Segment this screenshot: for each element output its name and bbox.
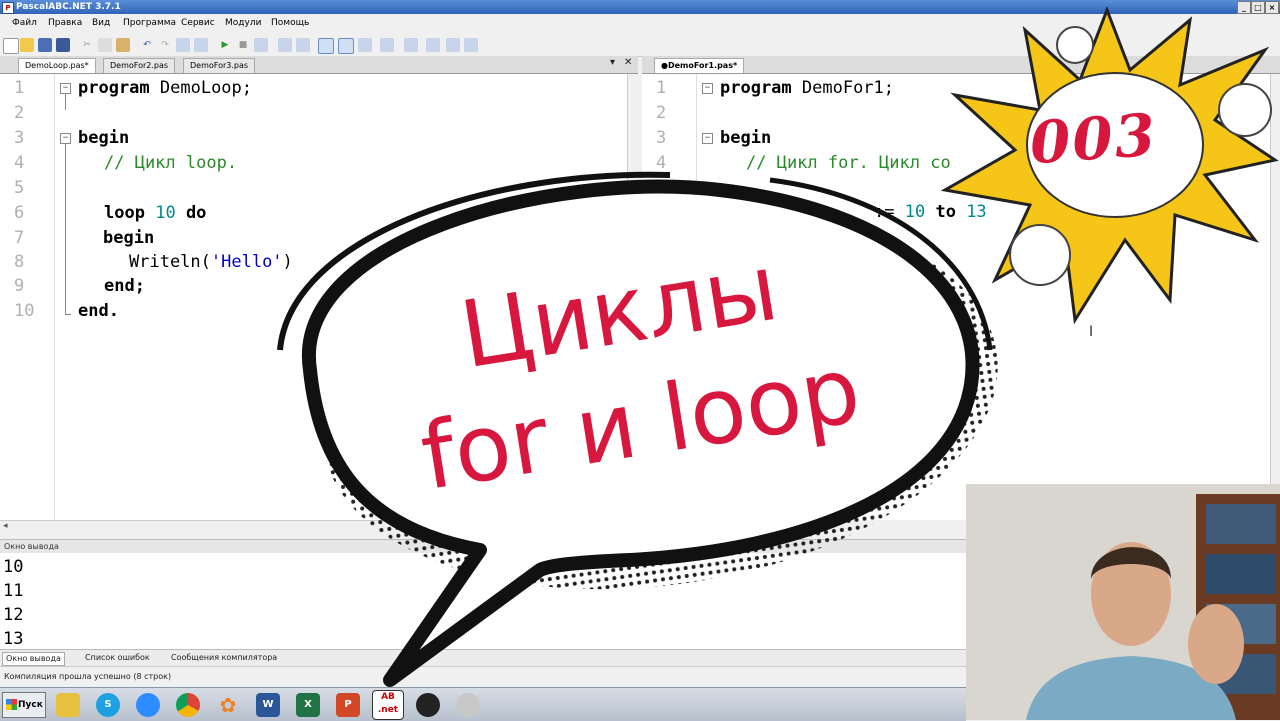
output-line: 13 bbox=[3, 629, 24, 649]
paste-icon[interactable] bbox=[116, 38, 130, 52]
disc-icon[interactable] bbox=[456, 693, 480, 717]
code-line-4: // Цикл loop. bbox=[104, 153, 238, 173]
line-number: 6 bbox=[14, 203, 25, 223]
zoom-icon[interactable] bbox=[136, 693, 160, 717]
file-explorer-icon[interactable] bbox=[56, 693, 80, 717]
pascal-icon: P bbox=[2, 2, 14, 14]
run-icon[interactable]: ▶ bbox=[218, 38, 232, 52]
format-icon[interactable] bbox=[358, 38, 372, 52]
line-number: 3 bbox=[14, 128, 25, 148]
line-number: 5 bbox=[14, 178, 25, 198]
line-number: 4 bbox=[14, 153, 25, 173]
tab-list-icon[interactable]: ▾ bbox=[610, 57, 615, 68]
line-number: 2 bbox=[14, 103, 25, 123]
tab-demofor3[interactable]: DemoFor3.pas bbox=[183, 58, 256, 73]
find-icon[interactable] bbox=[176, 38, 190, 52]
recorder-icon[interactable] bbox=[416, 693, 440, 717]
webcam-video bbox=[966, 484, 1280, 720]
tab-demofor1[interactable]: ●DemoFor1.pas* bbox=[654, 58, 745, 73]
tab-error-list[interactable]: Список ошибок bbox=[82, 652, 153, 664]
presenter-webcam-image bbox=[966, 484, 1280, 720]
line-number: 1 bbox=[14, 78, 25, 98]
tab-demofor2[interactable]: DemoFor2.pas bbox=[103, 58, 176, 73]
taskbar: Пуск S ✿ W X P AB .net bbox=[0, 687, 966, 721]
modules-icon[interactable] bbox=[404, 38, 418, 52]
tab-demoloop[interactable]: DemoLoop.pas* bbox=[18, 58, 96, 73]
output-panel-title: Окно вывода bbox=[4, 542, 59, 551]
fold-toggle-icon[interactable]: − bbox=[60, 133, 71, 144]
code-line-1: program DemoLoop; bbox=[78, 78, 253, 98]
stop-icon[interactable]: ■ bbox=[236, 38, 250, 52]
line-number: 8 bbox=[14, 252, 25, 272]
chrome-icon[interactable] bbox=[176, 693, 200, 717]
status-message: Компиляция прошла успешно (8 строк) bbox=[4, 672, 172, 681]
code-line-6: loop 10 do bbox=[104, 203, 207, 223]
line-number: 3 bbox=[656, 128, 667, 148]
open-folder-icon[interactable] bbox=[20, 38, 34, 52]
powerpoint-icon[interactable]: P bbox=[336, 693, 360, 717]
redo-icon[interactable]: ↷ bbox=[158, 38, 172, 52]
word-icon[interactable]: W bbox=[256, 693, 280, 717]
code-line-1: program DemoFor1; bbox=[720, 78, 895, 98]
line-number: 7 bbox=[14, 228, 25, 248]
menu-edit[interactable]: Правка bbox=[48, 18, 82, 28]
line-number: 1 bbox=[656, 78, 667, 98]
settings-icon[interactable] bbox=[464, 38, 478, 52]
line-number: 10 bbox=[14, 301, 35, 321]
start-button[interactable]: Пуск bbox=[2, 692, 46, 718]
left-tab-strip: DemoLoop.pas* DemoFor2.pas DemoFor3.pas … bbox=[0, 56, 638, 74]
save-all-icon[interactable] bbox=[56, 38, 70, 52]
menu-modules[interactable]: Модули bbox=[225, 18, 261, 28]
fold-toggle-icon[interactable]: − bbox=[702, 83, 713, 94]
compile-icon[interactable] bbox=[254, 38, 268, 52]
line-number: 9 bbox=[14, 276, 25, 296]
episode-number: 003 bbox=[1027, 100, 1160, 178]
window-title: PascalABC.NET 3.7.1 bbox=[16, 2, 121, 12]
window-icon[interactable] bbox=[426, 38, 440, 52]
output-line: 10 bbox=[3, 557, 24, 577]
save-icon[interactable] bbox=[38, 38, 52, 52]
menu-view[interactable]: Вид bbox=[92, 18, 110, 28]
excel-icon[interactable]: X bbox=[296, 693, 320, 717]
pascalabc-taskbar-icon[interactable]: AB .net bbox=[372, 690, 404, 720]
step-into-icon[interactable] bbox=[278, 38, 292, 52]
replace-icon[interactable] bbox=[194, 38, 208, 52]
menu-program[interactable]: Программа bbox=[123, 18, 176, 28]
copy-icon[interactable] bbox=[98, 38, 112, 52]
line-number-gutter bbox=[0, 74, 55, 520]
code-line-3: begin bbox=[720, 128, 772, 148]
butterfly-app-icon[interactable]: ✿ bbox=[216, 693, 240, 717]
close-tab-icon[interactable]: ✕ bbox=[624, 57, 632, 68]
skype-icon[interactable]: S bbox=[96, 693, 120, 717]
code-line-3: begin bbox=[78, 128, 130, 148]
split-vertical-icon[interactable] bbox=[338, 38, 354, 54]
tab-output-window[interactable]: Окно вывода bbox=[2, 652, 65, 666]
output-line: 12 bbox=[3, 605, 24, 625]
text-cursor-icon: I bbox=[1089, 324, 1094, 340]
fold-toggle-icon[interactable]: − bbox=[60, 83, 71, 94]
split-horizontal-icon[interactable] bbox=[318, 38, 334, 54]
menu-help[interactable]: Помощь bbox=[271, 18, 309, 28]
navigate-icon[interactable] bbox=[380, 38, 394, 52]
line-number: 2 bbox=[656, 103, 667, 123]
menu-file[interactable]: Файл bbox=[12, 18, 37, 28]
new-file-icon[interactable] bbox=[3, 38, 19, 54]
fold-toggle-icon[interactable]: − bbox=[702, 133, 713, 144]
output-line: 11 bbox=[3, 581, 24, 601]
undo-icon[interactable]: ↶ bbox=[140, 38, 154, 52]
options-icon[interactable] bbox=[446, 38, 460, 52]
menu-service[interactable]: Сервис bbox=[181, 18, 215, 28]
code-line-9: end; bbox=[104, 276, 145, 296]
code-line-7: begin bbox=[103, 228, 155, 248]
step-over-icon[interactable] bbox=[296, 38, 310, 52]
cut-icon[interactable]: ✂ bbox=[80, 38, 94, 52]
code-line-10: end. bbox=[78, 301, 119, 321]
